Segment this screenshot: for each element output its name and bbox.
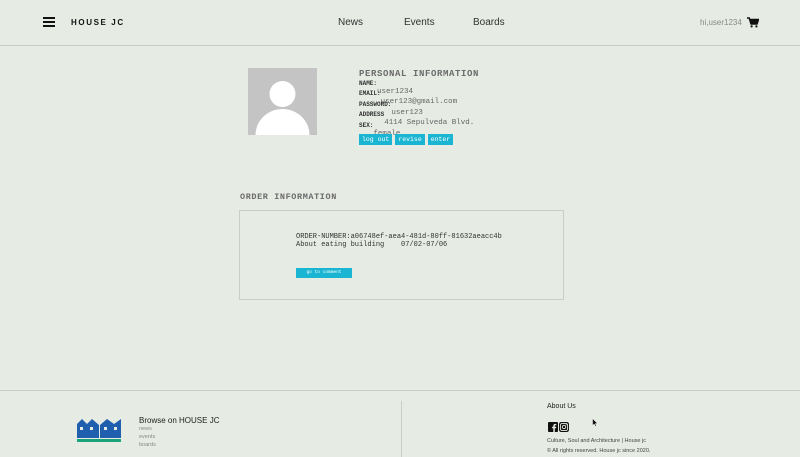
password-key: PASSWORD: bbox=[359, 100, 392, 108]
address-key: ADDRESS bbox=[359, 111, 385, 119]
info-row-password: PASSWORD:user123 bbox=[359, 100, 479, 117]
facebook-icon[interactable] bbox=[548, 422, 558, 432]
order-card: ORDER-NUMBER:a06748ef-aea4-481d-80ff-816… bbox=[239, 210, 564, 300]
email-key: EMAIL: bbox=[359, 90, 381, 98]
about-us-title: About Us bbox=[547, 403, 576, 410]
footer-link-boards[interactable]: boards bbox=[139, 442, 156, 448]
footer-copyright: © All rights reserved. House jc since 20… bbox=[547, 448, 651, 454]
instagram-icon[interactable] bbox=[559, 422, 569, 432]
footer-divider bbox=[401, 401, 402, 457]
footer-link-news[interactable]: news bbox=[139, 426, 152, 432]
log-out-button[interactable]: log out bbox=[359, 134, 393, 145]
info-row-email: EMAIL:user123@gmail.com bbox=[359, 90, 479, 106]
go-to-comment-button[interactable]: go to comment bbox=[296, 268, 352, 278]
avatar-placeholder bbox=[248, 68, 317, 135]
order-info-title: ORDER INFORMATION bbox=[240, 192, 337, 202]
cart-icon[interactable] bbox=[747, 17, 759, 28]
personal-info: PERSONAL INFORMATION NAME:user1234 EMAIL… bbox=[359, 69, 480, 138]
site-footer: Browse on HOUSE JC news events boards Ab… bbox=[0, 390, 800, 457]
house-logo-icon[interactable] bbox=[77, 418, 122, 444]
profile-actions: log out revise enter bbox=[359, 134, 454, 145]
order-number: ORDER-NUMBER:a06748ef-aea4-481d-80ff-816… bbox=[296, 233, 502, 241]
order-detail: About eating building 07/02-07/06 bbox=[296, 241, 448, 249]
brand-logo-text[interactable]: HOUSE JC bbox=[71, 18, 125, 27]
site-header: HOUSE JC News Events Boards hi,user1234 bbox=[0, 0, 800, 46]
enter-button[interactable]: enter bbox=[427, 134, 454, 145]
browse-title: Browse on HOUSE JC bbox=[139, 416, 220, 425]
nav-news[interactable]: News bbox=[338, 17, 363, 28]
name-key: NAME: bbox=[359, 80, 378, 87]
revise-button[interactable]: revise bbox=[395, 134, 425, 145]
info-row-address: ADDRESS4114 Sepulveda Blvd. bbox=[359, 111, 479, 127]
personal-info-title: PERSONAL INFORMATION bbox=[359, 69, 480, 79]
user-greeting[interactable]: hi,user1234 bbox=[700, 18, 742, 27]
cursor-icon bbox=[592, 418, 598, 427]
nav-events[interactable]: Events bbox=[404, 17, 435, 28]
user-silhouette-icon bbox=[255, 81, 310, 135]
hamburger-menu-icon[interactable] bbox=[43, 17, 55, 27]
footer-link-events[interactable]: events bbox=[139, 434, 155, 440]
info-row-name: NAME:user1234 bbox=[359, 80, 479, 96]
nav-boards[interactable]: Boards bbox=[473, 17, 505, 28]
sex-key: SEX: bbox=[359, 121, 374, 129]
footer-tagline: Culture, Soul and Architecture | House j… bbox=[547, 438, 646, 444]
